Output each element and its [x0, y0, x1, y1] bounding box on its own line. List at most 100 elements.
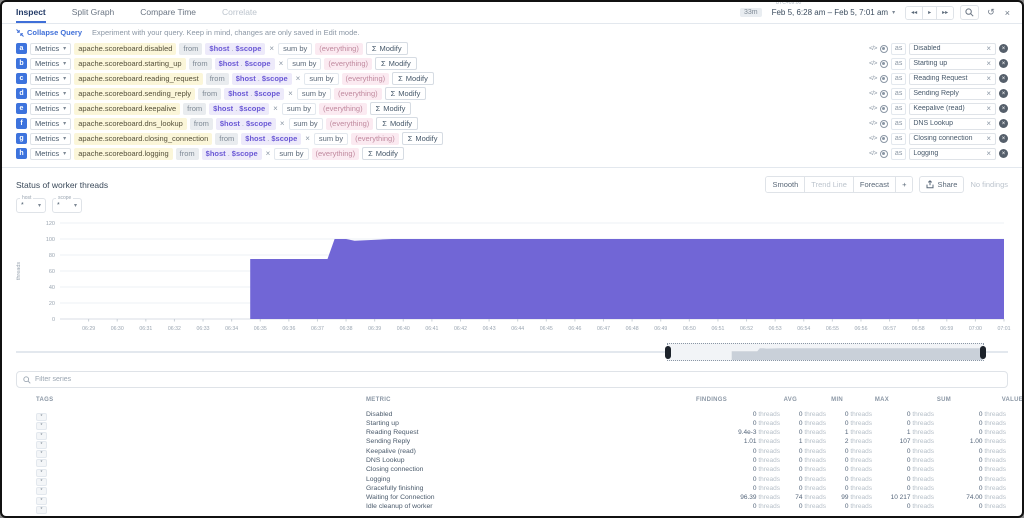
modify-button[interactable]: Σ Modify: [384, 87, 427, 100]
brush-selection[interactable]: [664, 343, 987, 361]
add-tool-button[interactable]: +: [896, 177, 913, 192]
tab[interactable]: Inspect: [16, 2, 46, 23]
forecast-button[interactable]: Forecast: [853, 177, 897, 192]
tab[interactable]: Correlate: [222, 2, 257, 23]
scope-filter-field[interactable]: $host . $scope: [241, 132, 302, 145]
remove-query-button[interactable]: ×: [999, 89, 1008, 98]
worker-threads-chart[interactable]: 0 20 40 60 80 100 120 06:29 06:30 06:31 06:32 06:33…: [2, 213, 1022, 339]
palette-icon[interactable]: [879, 149, 888, 158]
clear-scope-icon[interactable]: ×: [268, 44, 275, 53]
scope-filter-field[interactable]: $host . $scope: [201, 147, 262, 160]
palette-icon[interactable]: [879, 89, 888, 98]
metric-name-field[interactable]: apache.scoreboard.logging: [74, 147, 173, 160]
scope-filter-field[interactable]: $host . $scope: [209, 102, 270, 115]
group-by-field[interactable]: (everything): [324, 57, 373, 70]
group-by-field[interactable]: (everything): [319, 102, 367, 115]
scope-filter-field[interactable]: $host . $scope: [231, 72, 292, 85]
modify-button[interactable]: Σ Modify: [392, 72, 434, 85]
metric-source-select[interactable]: Metrics ▾: [30, 147, 72, 160]
clear-scope-icon[interactable]: ×: [295, 74, 302, 83]
modify-button[interactable]: Σ Modify: [376, 117, 419, 130]
clear-alias-icon[interactable]: ×: [985, 134, 992, 143]
clear-scope-icon[interactable]: ×: [304, 134, 311, 143]
share-button[interactable]: Share: [919, 176, 965, 193]
palette-icon[interactable]: [879, 104, 888, 113]
tab[interactable]: Split Graph: [72, 2, 115, 23]
time-rewind-button[interactable]: ◂◂: [906, 6, 924, 19]
remove-query-button[interactable]: ×: [999, 134, 1008, 143]
close-icon[interactable]: ×: [1003, 8, 1012, 18]
remove-query-button[interactable]: ×: [999, 74, 1008, 83]
group-by-field[interactable]: (everything): [334, 87, 382, 100]
brush-handle-right[interactable]: [980, 346, 987, 359]
scope-filter-field[interactable]: $host . $scope: [215, 117, 276, 130]
metric-source-select[interactable]: Metrics ▾: [30, 102, 72, 115]
collapse-query-button[interactable]: Collapse Query: [16, 28, 82, 37]
scope-filter-field[interactable]: $host . $scope: [205, 42, 266, 55]
scope-filter-field[interactable]: $host . $scope: [224, 87, 285, 100]
metric-name-field[interactable]: apache.scoreboard.disabled: [74, 42, 177, 55]
zoom-out-button[interactable]: [960, 5, 980, 20]
clear-scope-icon[interactable]: ×: [287, 89, 294, 98]
alias-input[interactable]: [913, 105, 986, 112]
metric-name-field[interactable]: apache.scoreboard.sending_reply: [74, 87, 196, 100]
palette-icon[interactable]: [879, 74, 888, 83]
clear-alias-icon[interactable]: ×: [985, 149, 992, 158]
metric-name-field[interactable]: apache.scoreboard.keepalive: [74, 102, 181, 115]
metric-source-select[interactable]: Metrics ▾: [30, 57, 72, 70]
palette-icon[interactable]: [879, 119, 888, 128]
clear-alias-icon[interactable]: ×: [985, 59, 992, 68]
code-icon[interactable]: </>: [869, 90, 877, 97]
group-by-field[interactable]: (everything): [351, 132, 399, 145]
remove-query-button[interactable]: ×: [999, 59, 1008, 68]
clear-alias-icon[interactable]: ×: [985, 44, 992, 53]
remove-query-button[interactable]: ×: [999, 119, 1008, 128]
alias-input[interactable]: [913, 60, 986, 67]
alias-input[interactable]: [913, 75, 986, 82]
modify-button[interactable]: Σ Modify: [362, 147, 404, 160]
modify-button[interactable]: Σ Modify: [401, 132, 444, 145]
smooth-button[interactable]: Smooth: [766, 177, 806, 192]
group-by-field[interactable]: (everything): [315, 42, 363, 55]
palette-icon[interactable]: [879, 44, 888, 53]
remove-query-button[interactable]: ×: [999, 104, 1008, 113]
modify-button[interactable]: Σ Modify: [365, 42, 408, 55]
metric-source-select[interactable]: Metrics ▾: [30, 132, 72, 145]
brush-handle-left[interactable]: [664, 346, 671, 359]
clear-scope-icon[interactable]: ×: [265, 149, 272, 158]
metric-source-select[interactable]: Metrics ▾: [30, 117, 72, 130]
alias-input[interactable]: [913, 135, 986, 142]
scope-filter-field[interactable]: $host . $scope: [214, 57, 275, 70]
alias-input[interactable]: [913, 150, 986, 157]
clear-alias-icon[interactable]: ×: [985, 89, 992, 98]
code-icon[interactable]: </>: [869, 135, 877, 142]
code-icon[interactable]: </>: [869, 60, 877, 67]
series-table-row[interactable]: * Disabled 0 threads 0 threads 0 threads…: [2, 405, 1022, 421]
modify-button[interactable]: Σ Modify: [375, 57, 417, 70]
clear-scope-icon[interactable]: ×: [272, 104, 279, 113]
modify-button[interactable]: Σ Modify: [369, 102, 412, 115]
remove-query-button[interactable]: ×: [999, 44, 1008, 53]
clear-scope-icon[interactable]: ×: [278, 59, 285, 68]
alias-input[interactable]: [913, 120, 986, 127]
metric-source-select[interactable]: Metrics ▾: [30, 87, 72, 100]
clear-alias-icon[interactable]: ×: [985, 104, 992, 113]
code-icon[interactable]: </>: [869, 150, 877, 157]
metric-source-select[interactable]: Metrics ▾: [30, 72, 72, 85]
code-icon[interactable]: </>: [869, 75, 877, 82]
metric-name-field[interactable]: apache.scoreboard.reading_request: [74, 72, 203, 85]
clear-scope-icon[interactable]: ×: [279, 119, 286, 128]
metric-name-field[interactable]: apache.scoreboard.dns_lookup: [74, 117, 187, 130]
code-icon[interactable]: </>: [869, 120, 877, 127]
tab[interactable]: Compare Time: [140, 2, 196, 23]
clear-alias-icon[interactable]: ×: [985, 119, 992, 128]
remove-query-button[interactable]: ×: [999, 149, 1008, 158]
alias-input[interactable]: [913, 90, 986, 97]
metric-name-field[interactable]: apache.scoreboard.starting_up: [74, 57, 186, 70]
code-icon[interactable]: </>: [869, 45, 877, 52]
trend-line-button[interactable]: Trend Line: [805, 177, 854, 192]
tag-chip[interactable]: *: [36, 505, 47, 514]
alias-input[interactable]: [913, 45, 986, 52]
template-var-select[interactable]: host * ▾: [16, 195, 46, 213]
group-by-field[interactable]: (everything): [341, 72, 390, 85]
